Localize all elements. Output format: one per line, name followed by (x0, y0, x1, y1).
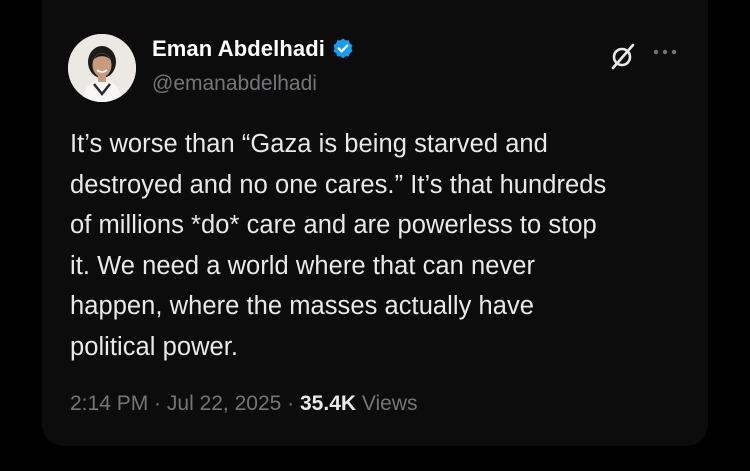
grok-icon[interactable] (609, 42, 637, 70)
tweet-line: happen, where the masses actually have (70, 292, 535, 320)
tweet-line: of millions *do* care and are powerless … (70, 211, 597, 239)
author-row[interactable]: Eman Abdelhadi (152, 36, 355, 62)
views-label: Views (356, 392, 418, 415)
tweet-text: It’s worse than “Gaza is being starved a… (70, 124, 690, 367)
tweet-time[interactable]: 2:14 PM (70, 392, 148, 415)
avatar-image (68, 34, 136, 102)
avatar[interactable] (68, 34, 136, 102)
tweet-line: destroyed and no one cares.” It’s that h… (70, 170, 607, 199)
author-name[interactable]: Eman Abdelhadi (152, 36, 325, 62)
author-handle[interactable]: @emanabdelhadi (152, 72, 317, 96)
meta-separator: · (148, 392, 167, 415)
tweet-line: it. We need a world where that can never (70, 251, 536, 280)
more-icon[interactable] (650, 42, 680, 62)
tweet-line: It’s worse than “Gaza is being starved a… (70, 130, 548, 158)
views-count: 35.4K (300, 392, 357, 415)
verified-badge-icon[interactable] (331, 37, 355, 61)
tweet-meta: 2:14 PM · Jul 22, 2025 · 35.4K Views (70, 392, 418, 416)
tweet-line: political power. (70, 332, 239, 361)
tweet-date[interactable]: Jul 22, 2025 (167, 392, 281, 415)
meta-separator: · (281, 392, 300, 415)
